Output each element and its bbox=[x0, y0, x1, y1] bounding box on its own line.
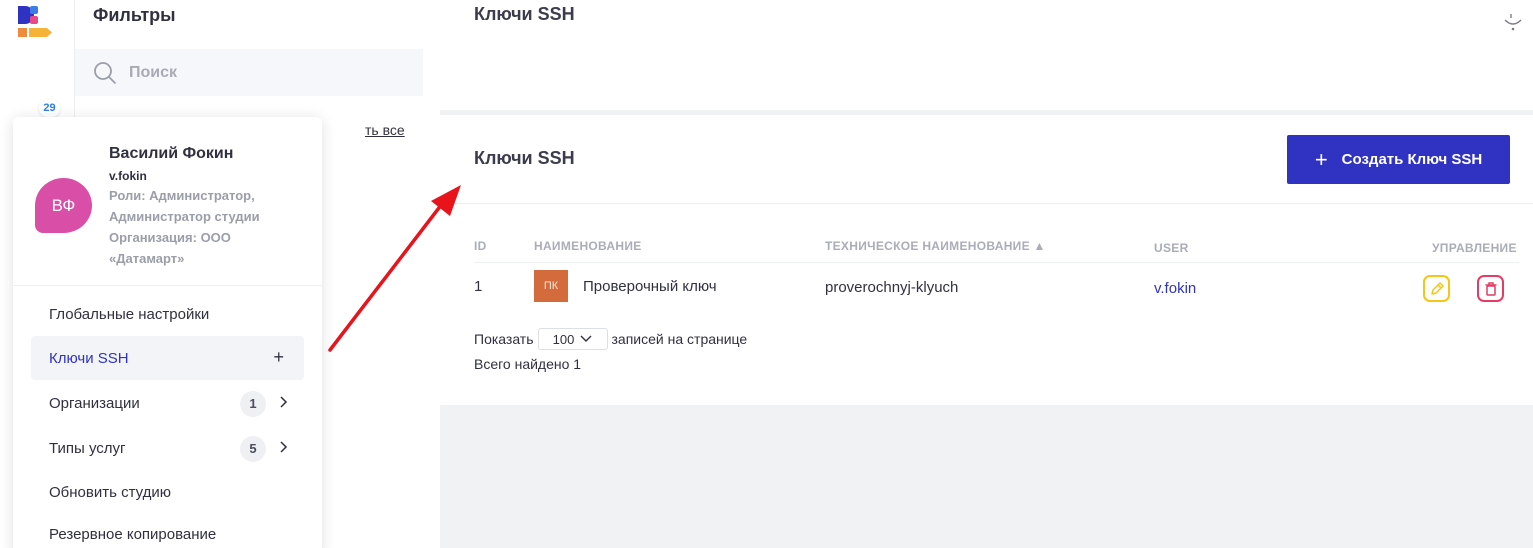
menu-item-update-studio[interactable]: Обновить студию bbox=[31, 470, 304, 514]
row-user-link[interactable]: v.fokin bbox=[1154, 280, 1196, 297]
key-avatar: ПК bbox=[534, 270, 568, 302]
per-page-suffix: записей на странице bbox=[611, 331, 748, 347]
menu-item-label: Организации bbox=[49, 394, 140, 412]
menu-item-global-settings[interactable]: Глобальные настройки bbox=[31, 292, 304, 336]
page-header bbox=[440, 0, 1533, 110]
menu-item-backup[interactable]: Резервное копирование bbox=[31, 512, 304, 548]
create-ssh-key-button[interactable]: + Создать Ключ SSH bbox=[1287, 135, 1510, 184]
total-count: Всего найдено 1 bbox=[474, 356, 582, 372]
pagination-size: Показать 100 записей на странице bbox=[474, 328, 747, 350]
add-icon[interactable]: + bbox=[273, 347, 284, 368]
trash-icon bbox=[1485, 281, 1496, 296]
plus-icon: + bbox=[1314, 146, 1328, 172]
menu-item-ssh-keys[interactable]: Ключи SSH + bbox=[31, 336, 304, 380]
col-header-id[interactable]: ID bbox=[474, 239, 487, 253]
lamp-icon[interactable] bbox=[1502, 10, 1524, 32]
edit-button[interactable] bbox=[1423, 275, 1450, 302]
row-id: 1 bbox=[474, 278, 483, 295]
per-page-select[interactable]: 100 bbox=[537, 328, 608, 350]
pencil-icon bbox=[1430, 281, 1444, 295]
show-label: Показать bbox=[474, 331, 534, 347]
menu-divider bbox=[13, 285, 322, 286]
show-all-link[interactable]: ть все bbox=[365, 122, 405, 138]
notification-badge: 29 bbox=[39, 100, 60, 117]
user-login: v.fokin bbox=[109, 169, 147, 183]
chevron-down-icon bbox=[580, 335, 592, 342]
search-input[interactable]: Поиск bbox=[129, 64, 177, 82]
user-roles: Роли: Администратор, Администратор студи… bbox=[109, 188, 260, 266]
chevron-right-icon bbox=[280, 441, 288, 453]
search-field[interactable]: Поиск bbox=[75, 49, 423, 96]
create-button-label: Создать Ключ SSH bbox=[1341, 151, 1483, 168]
menu-item-label: Обновить студию bbox=[49, 483, 172, 501]
per-page-value: 100 bbox=[552, 331, 575, 347]
app-logo-icon[interactable] bbox=[16, 4, 56, 44]
menu-item-organizations[interactable]: Организации 1 bbox=[31, 381, 304, 425]
card-title: Ключи SSH bbox=[474, 148, 575, 168]
delete-button[interactable] bbox=[1477, 275, 1504, 302]
menu-item-label: Типы услуг bbox=[49, 439, 126, 457]
row-tech-name: proverochnyj-klyuch bbox=[825, 279, 959, 296]
user-menu: ВФ Василий Фокин v.fokin Роли: Администр… bbox=[13, 117, 322, 548]
menu-item-label: Резервное копирование bbox=[49, 525, 217, 543]
header-divider bbox=[474, 262, 1519, 263]
col-header-name[interactable]: НАИМЕНОВАНИЕ bbox=[534, 239, 642, 253]
page-title: Ключи SSH bbox=[474, 4, 575, 24]
menu-item-label: Ключи SSH bbox=[49, 349, 129, 367]
chevron-right-icon bbox=[280, 396, 288, 408]
col-header-actions: УПРАВЛЕНИЕ bbox=[1432, 241, 1517, 255]
col-header-user[interactable]: USER bbox=[1154, 241, 1189, 255]
ssh-keys-card: Ключи SSH + Создать Ключ SSH ID НАИМЕНОВ… bbox=[440, 115, 1533, 405]
filters-title: Фильтры bbox=[93, 5, 176, 25]
col-header-tech-name[interactable]: ТЕХНИЧЕСКОЕ НАИМЕНОВАНИЕ ▲ bbox=[825, 239, 1046, 253]
user-name: Василий Фокин bbox=[109, 145, 234, 162]
menu-item-service-types[interactable]: Типы услуг 5 bbox=[31, 426, 304, 470]
menu-item-label: Глобальные настройки bbox=[49, 305, 210, 323]
search-icon bbox=[94, 61, 116, 84]
count-badge: 1 bbox=[240, 391, 266, 417]
card-divider bbox=[440, 203, 1533, 204]
count-badge: 5 bbox=[240, 436, 266, 462]
user-avatar: ВФ bbox=[35, 178, 92, 233]
row-name[interactable]: Проверочный ключ bbox=[583, 278, 717, 295]
